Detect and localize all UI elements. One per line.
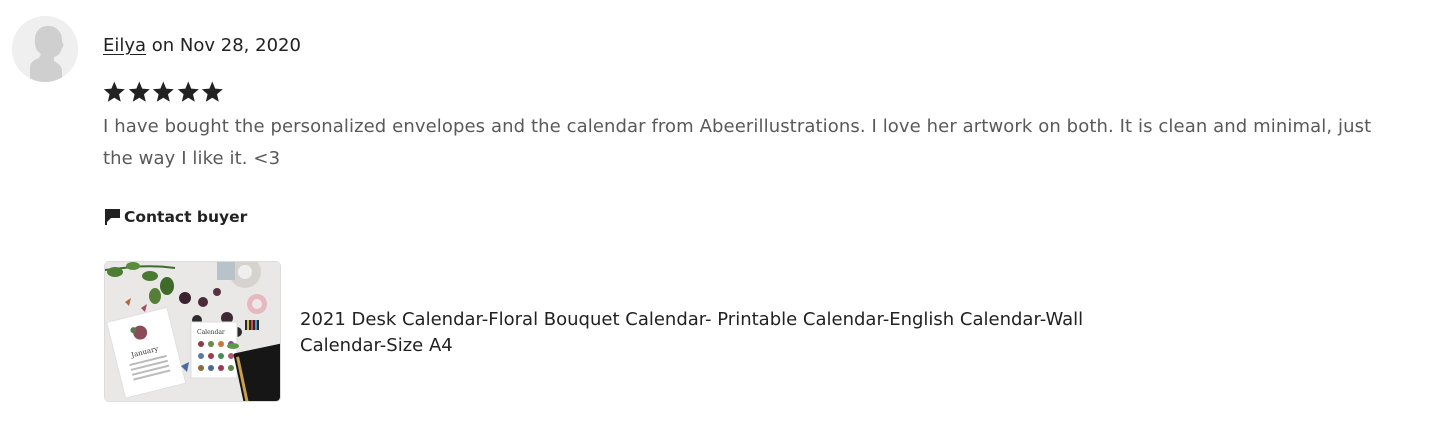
speech-flag-icon: [105, 209, 120, 225]
star-icon: [128, 81, 150, 102]
default-user-silhouette-icon: [12, 16, 78, 82]
contact-buyer-label: Contact buyer: [124, 208, 248, 226]
star-icon: [177, 81, 199, 102]
star-icon: [152, 81, 174, 102]
star-rating: [102, 80, 225, 104]
listing-thumbnail[interactable]: January Calendar: [105, 262, 280, 401]
star-icon: [202, 81, 224, 102]
review-header: Eilya on Nov 28, 2020: [103, 35, 301, 57]
listing-title-link[interactable]: 2021 Desk Calendar-Floral Bouquet Calend…: [300, 307, 1130, 359]
review-date: on Nov 28, 2020: [146, 35, 301, 56]
review-text: I have bought the personalized envelopes…: [103, 116, 1372, 169]
svg-text:Calendar: Calendar: [197, 329, 225, 336]
reviewer-name-link[interactable]: Eilya: [103, 35, 146, 56]
star-icon: [103, 81, 125, 102]
reviewer-avatar[interactable]: [12, 16, 78, 82]
contact-buyer-button[interactable]: Contact buyer: [103, 208, 247, 226]
calendar-product-photo: January Calendar: [105, 262, 280, 401]
